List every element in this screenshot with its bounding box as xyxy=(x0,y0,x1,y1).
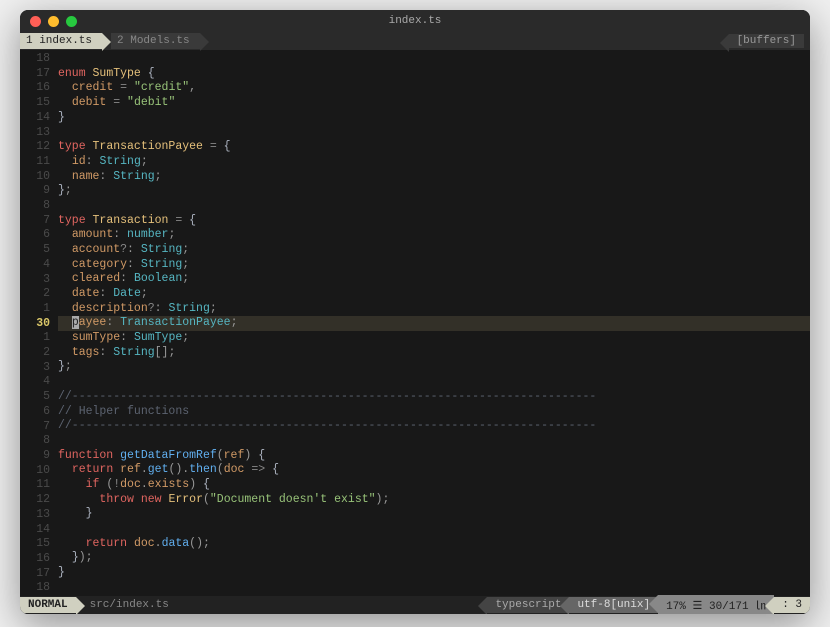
code-line[interactable]: debit = "debit" xyxy=(58,96,810,111)
editor-area[interactable]: 1817161514131211109876543213012345678910… xyxy=(20,50,810,596)
code-line[interactable]: date: Date; xyxy=(58,287,810,302)
code-line[interactable]: type TransactionPayee = { xyxy=(58,140,810,155)
code-line[interactable]: } xyxy=(58,566,810,581)
code-line[interactable]: throw new Error("Document doesn't exist"… xyxy=(58,493,810,508)
percent-segment: 17% ☰ 30/171 ㏑ xyxy=(658,595,774,614)
status-right: typescript utf-8[unix] 17% ☰ 30/171 ㏑ : … xyxy=(487,596,810,614)
code-line[interactable]: name: String; xyxy=(58,170,810,185)
filetype-segment: typescript xyxy=(487,597,569,613)
code-line[interactable]: description?: String; xyxy=(58,302,810,317)
tabline: 1 index.ts 2 Models.ts [buffers] xyxy=(20,32,810,50)
file-path: src/index.ts xyxy=(76,599,169,611)
code-line[interactable]: sumType: SumType; xyxy=(58,331,810,346)
code-line[interactable]: function getDataFromRef(ref) { xyxy=(58,449,810,464)
vim-mode: NORMAL xyxy=(20,597,76,613)
code-line[interactable]: }); xyxy=(58,551,810,566)
titlebar: index.ts xyxy=(20,10,810,32)
code-line[interactable]: payee: TransactionPayee; xyxy=(58,316,810,331)
statusline: NORMAL src/index.ts typescript utf-8[uni… xyxy=(20,596,810,614)
buffers-indicator[interactable]: [buffers] xyxy=(729,34,804,48)
code-line[interactable]: category: String; xyxy=(58,258,810,273)
encoding-segment: utf-8[unix] xyxy=(569,597,658,613)
code-line[interactable]: type Transaction = { xyxy=(58,214,810,229)
line-number-gutter: 1817161514131211109876543213012345678910… xyxy=(20,50,58,596)
code-line[interactable] xyxy=(58,522,810,537)
code-line[interactable] xyxy=(58,434,810,449)
code-line[interactable]: } xyxy=(58,111,810,126)
code-line[interactable]: if (!doc.exists) { xyxy=(58,478,810,493)
code-line[interactable]: id: String; xyxy=(58,155,810,170)
code-line[interactable] xyxy=(58,581,810,596)
code-line[interactable]: } xyxy=(58,507,810,522)
tab-models-ts[interactable]: 2 Models.ts xyxy=(111,33,200,49)
code-line[interactable]: cleared: Boolean; xyxy=(58,272,810,287)
code-line[interactable]: credit = "credit", xyxy=(58,81,810,96)
code-content[interactable]: enum SumType { credit = "credit", debit … xyxy=(58,50,810,596)
code-line[interactable]: }; xyxy=(58,184,810,199)
window-title: index.ts xyxy=(20,15,810,27)
code-line[interactable]: enum SumType { xyxy=(58,67,810,82)
code-line[interactable] xyxy=(58,199,810,214)
code-line[interactable]: //--------------------------------------… xyxy=(58,419,810,434)
code-line[interactable] xyxy=(58,52,810,67)
code-line[interactable]: amount: number; xyxy=(58,228,810,243)
editor-window: index.ts 1 index.ts 2 Models.ts [buffers… xyxy=(20,10,810,614)
tab-index-ts[interactable]: 1 index.ts xyxy=(20,33,102,49)
code-line[interactable]: // Helper functions xyxy=(58,405,810,420)
code-line[interactable] xyxy=(58,125,810,140)
code-line[interactable]: tags: String[]; xyxy=(58,346,810,361)
column-segment: : 3 xyxy=(774,597,810,613)
code-line[interactable]: return doc.data(); xyxy=(58,537,810,552)
code-line[interactable]: //--------------------------------------… xyxy=(58,390,810,405)
code-line[interactable]: return ref.get().then(doc => { xyxy=(58,463,810,478)
code-line[interactable]: }; xyxy=(58,360,810,375)
code-line[interactable] xyxy=(58,375,810,390)
code-line[interactable]: account?: String; xyxy=(58,243,810,258)
